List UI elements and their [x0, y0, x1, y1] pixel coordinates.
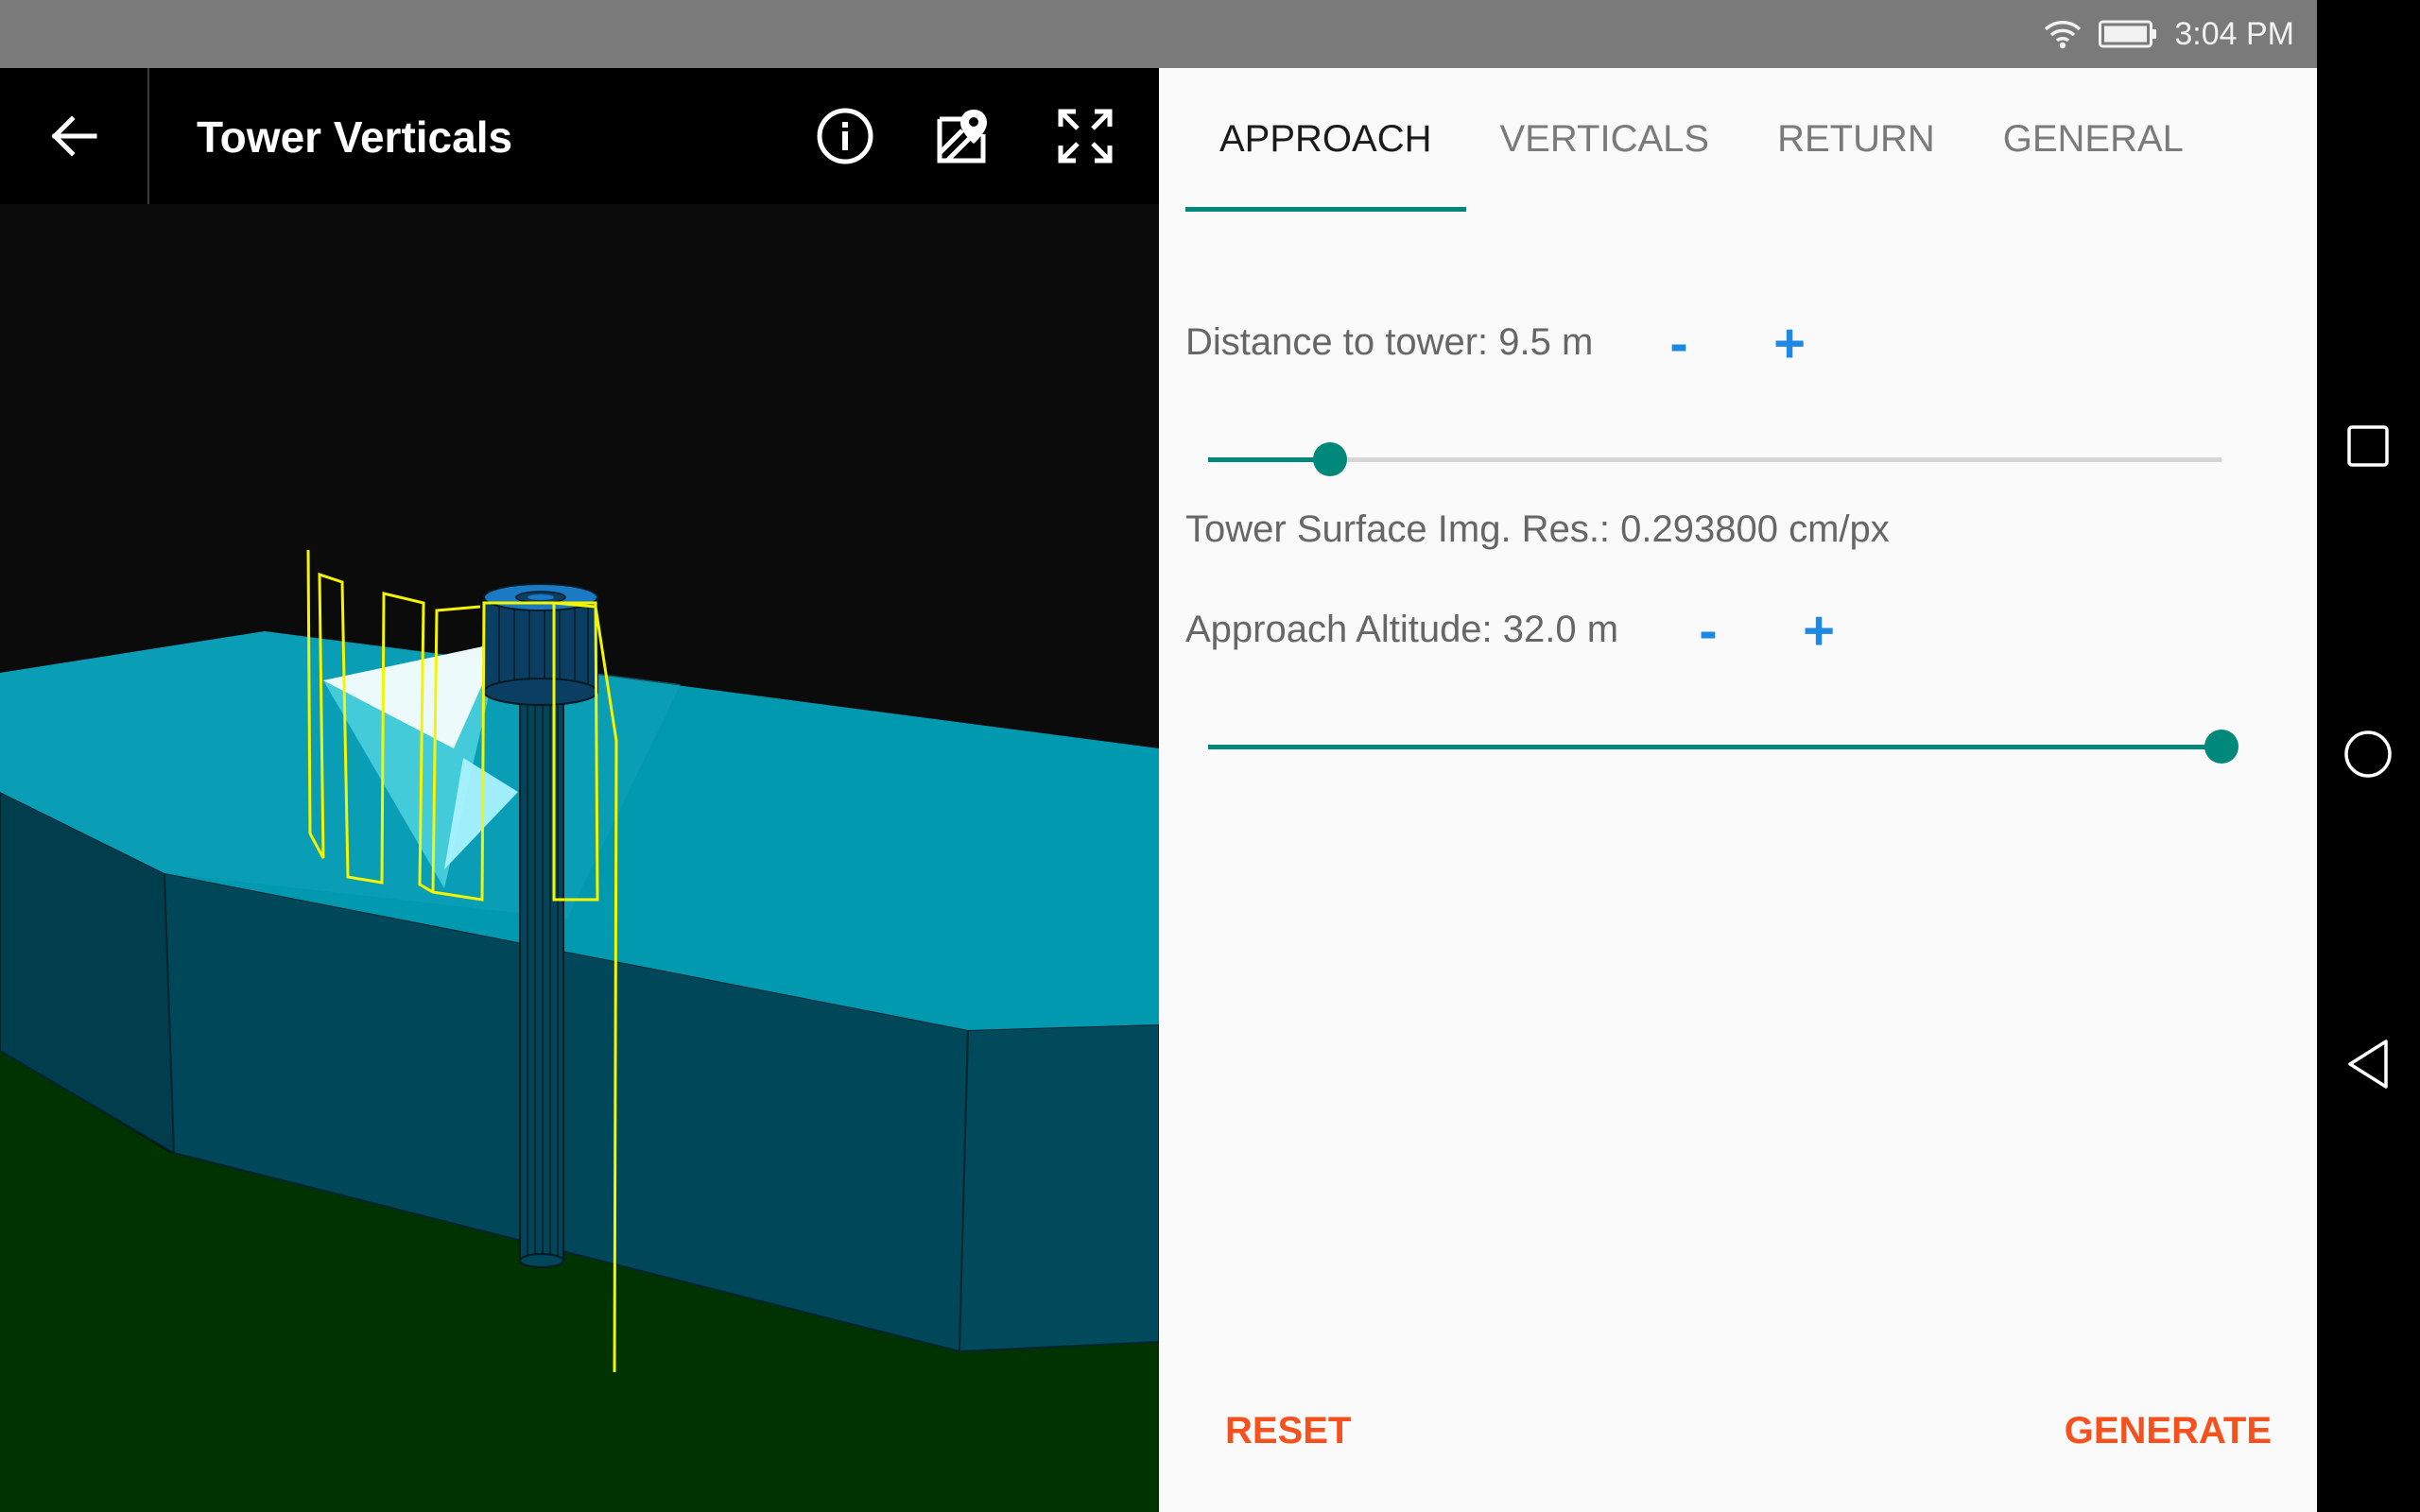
slider-fill: [1208, 457, 1330, 462]
status-time: 3:04 PM: [2174, 15, 2294, 52]
fullscreen-icon: [1058, 109, 1113, 163]
back-triangle-icon: [2348, 1040, 2388, 1089]
altitude-plus-button[interactable]: +: [1790, 603, 1847, 660]
system-nav-bar: [2317, 0, 2420, 1512]
recents-button[interactable]: [2340, 418, 2396, 474]
reset-button[interactable]: RESET: [1225, 1410, 1351, 1452]
altitude-slider[interactable]: [1208, 728, 2238, 765]
distance-label: Distance to tower: 9.5 m: [1185, 321, 1594, 363]
tab-general[interactable]: GENERAL: [1969, 68, 2218, 212]
battery-icon: [2099, 20, 2157, 48]
back-arrow-icon: [51, 115, 97, 157]
map-button[interactable]: [930, 102, 998, 170]
distance-slider[interactable]: [1208, 440, 2221, 478]
app-toolbar: Tower Verticals: [0, 68, 1159, 204]
back-button[interactable]: [28, 102, 119, 170]
tab-bar: APPROACH VERTICALS RETURN GENERAL: [1185, 68, 2218, 212]
altitude-minus-button[interactable]: -: [1680, 603, 1737, 660]
toolbar-divider: [147, 68, 149, 204]
system-back-button[interactable]: [2340, 1036, 2396, 1092]
wifi-icon: [2044, 18, 2082, 50]
slider-track: [1208, 457, 2221, 462]
slider-fill: [1208, 745, 2221, 749]
fullscreen-button[interactable]: [1051, 102, 1119, 170]
terrain-right-side: [958, 1022, 1159, 1353]
tab-approach[interactable]: APPROACH: [1185, 68, 1466, 212]
status-bar: 3:04 PM: [0, 0, 2317, 68]
home-button[interactable]: [2340, 726, 2396, 782]
recents-square-icon: [2347, 425, 2389, 467]
generate-button[interactable]: GENERATE: [2065, 1410, 2272, 1452]
distance-minus-button[interactable]: -: [1651, 316, 1707, 372]
tab-return[interactable]: RETURN: [1743, 68, 1969, 212]
status-icons: 3:04 PM: [2044, 0, 2294, 68]
map-marker-icon: [937, 110, 987, 163]
home-circle-icon: [2344, 730, 2392, 778]
slider-thumb[interactable]: [2204, 730, 2238, 764]
info-button[interactable]: [811, 102, 879, 170]
info-icon: [817, 108, 873, 164]
tab-verticals[interactable]: VERTICALS: [1466, 68, 1744, 212]
distance-plus-button[interactable]: +: [1761, 316, 1818, 372]
resolution-label: Tower Surface Img. Res.: 0.293800 cm/px: [1185, 508, 1890, 550]
tower-pole: [519, 681, 564, 1262]
3d-scene[interactable]: [0, 68, 1159, 1512]
3d-view-pane[interactable]: Tower Verticals: [0, 68, 1159, 1512]
altitude-label: Approach Altitude: 32.0 m: [1185, 609, 1619, 650]
slider-thumb[interactable]: [1312, 442, 1347, 476]
page-title: Tower Verticals: [197, 112, 513, 162]
settings-pane: APPROACH VERTICALS RETURN GENERAL Distan…: [1159, 68, 2317, 1512]
